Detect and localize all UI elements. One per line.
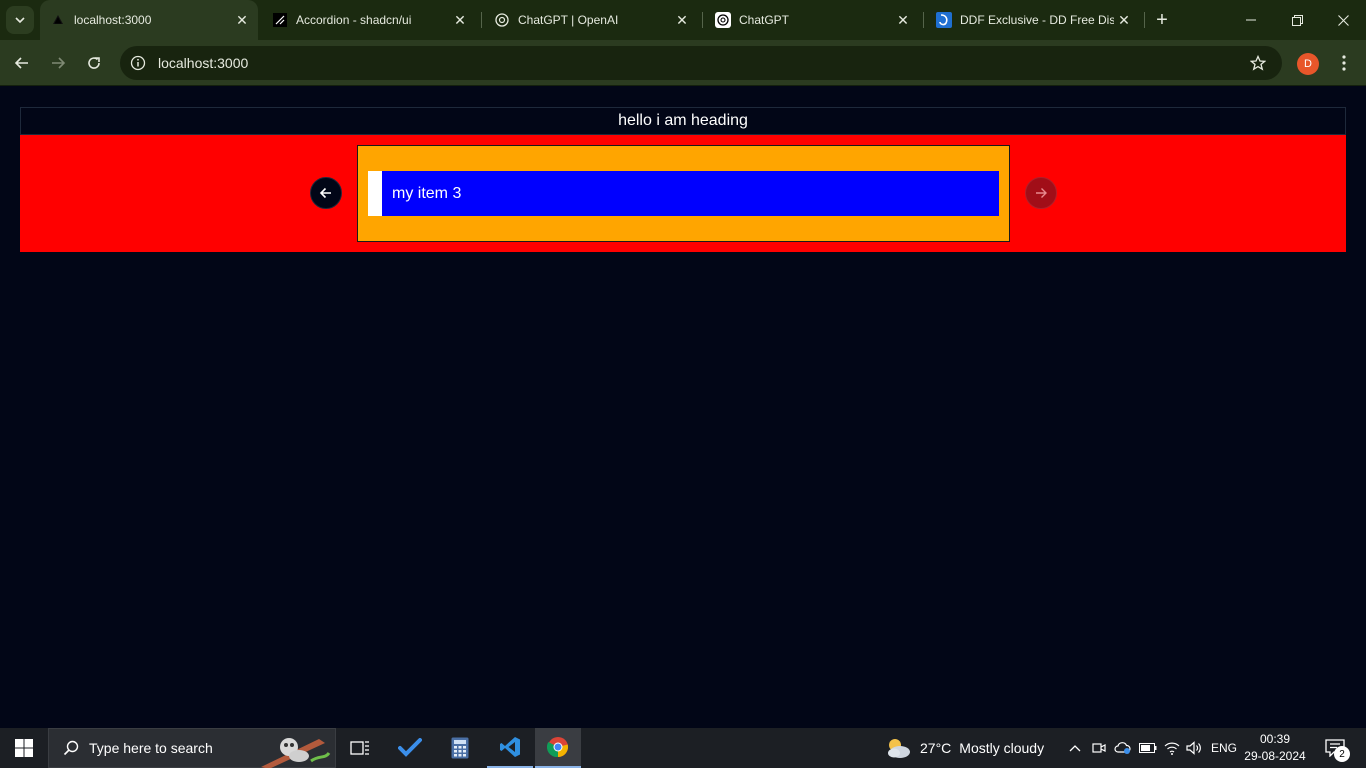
tab-title: Accordion - shadcn/ui bbox=[296, 13, 412, 27]
shadcn-icon bbox=[272, 12, 288, 28]
carousel-container: my item 3 bbox=[20, 135, 1346, 252]
tab-accordion[interactable]: Accordion - shadcn/ui ✕ bbox=[262, 0, 476, 40]
tab-title: localhost:3000 bbox=[74, 13, 152, 27]
arrow-left-icon bbox=[14, 57, 28, 69]
reload-button[interactable] bbox=[80, 49, 108, 77]
vscode-app-button[interactable] bbox=[487, 728, 533, 768]
close-icon[interactable]: ✕ bbox=[232, 10, 252, 30]
show-hidden-icons-button[interactable] bbox=[1064, 728, 1086, 768]
browser-menu-button[interactable] bbox=[1332, 49, 1356, 77]
chevron-down-icon bbox=[15, 17, 25, 24]
windows-taskbar: Type here to search 27°C Mostly cloudy E… bbox=[0, 728, 1366, 768]
onedrive-tray[interactable] bbox=[1112, 728, 1134, 768]
page-heading: hello i am heading bbox=[20, 107, 1346, 135]
language-indicator[interactable]: ENG bbox=[1208, 728, 1240, 768]
carousel-item: my item 3 bbox=[382, 171, 999, 216]
carousel-viewport: my item 3 bbox=[357, 145, 1010, 242]
taskbar-search-box[interactable]: Type here to search bbox=[48, 728, 336, 768]
wifi-icon bbox=[1164, 742, 1180, 755]
address-bar[interactable]: localhost:3000 bbox=[120, 46, 1282, 80]
openai-icon bbox=[715, 12, 731, 28]
battery-tray[interactable] bbox=[1138, 728, 1158, 768]
tab-chatgpt[interactable]: ChatGPT ✕ bbox=[705, 0, 919, 40]
speaker-icon bbox=[1186, 741, 1201, 755]
calculator-app-button[interactable] bbox=[437, 728, 483, 768]
tab-separator bbox=[1144, 12, 1145, 28]
tab-separator bbox=[923, 12, 924, 28]
profile-avatar[interactable]: D bbox=[1297, 53, 1319, 75]
calculator-icon bbox=[451, 737, 469, 759]
chevron-up-icon bbox=[1069, 745, 1081, 752]
meet-now-tray[interactable] bbox=[1090, 728, 1108, 768]
task-view-icon bbox=[350, 741, 369, 755]
browser-tab-strip: localhost:3000 ✕ Accordion - shadcn/ui ✕… bbox=[0, 0, 1366, 40]
search-icon bbox=[61, 738, 81, 758]
notification-count-badge: 2 bbox=[1334, 746, 1350, 762]
weather-condition: Mostly cloudy bbox=[959, 740, 1045, 756]
tab-localhost[interactable]: localhost:3000 ✕ bbox=[40, 0, 258, 40]
todo-icon bbox=[398, 738, 422, 757]
forward-button[interactable] bbox=[44, 49, 72, 77]
close-icon[interactable]: ✕ bbox=[893, 10, 913, 30]
camera-icon bbox=[1092, 743, 1106, 753]
arrow-right-icon bbox=[1036, 188, 1047, 198]
tab-chatgpt-openai[interactable]: ChatGPT | OpenAI ✕ bbox=[484, 0, 698, 40]
restore-button[interactable] bbox=[1274, 0, 1320, 40]
battery-icon bbox=[1139, 743, 1157, 753]
openai-icon bbox=[494, 12, 510, 28]
bookmark-star-icon[interactable] bbox=[1248, 53, 1268, 73]
clock-date: 29-08-2024 bbox=[1244, 749, 1306, 763]
close-icon[interactable]: ✕ bbox=[1114, 10, 1134, 30]
close-icon[interactable]: ✕ bbox=[672, 10, 692, 30]
task-view-button[interactable] bbox=[337, 728, 383, 768]
back-button[interactable] bbox=[8, 49, 36, 77]
search-highlight-illustration bbox=[261, 738, 331, 768]
tab-ddf[interactable]: DDF Exclusive - DD Free Dish ✕ bbox=[926, 0, 1140, 40]
cloud-sync-icon bbox=[1114, 742, 1131, 754]
tab-separator bbox=[481, 12, 482, 28]
partly-cloudy-icon bbox=[888, 739, 910, 758]
clock-time: 00:39 bbox=[1259, 732, 1291, 746]
system-clock[interactable]: 00:39 29-08-2024 bbox=[1242, 728, 1308, 768]
vercel-triangle-icon bbox=[50, 12, 66, 28]
start-button[interactable] bbox=[0, 728, 48, 768]
minimize-icon bbox=[1246, 19, 1256, 21]
page-viewport: hello i am heading my item 3 bbox=[0, 87, 1366, 728]
tab-title: DDF Exclusive - DD Free Dish bbox=[960, 13, 1114, 27]
arrow-right-icon bbox=[52, 57, 66, 69]
chrome-icon bbox=[547, 737, 569, 758]
chrome-app-button[interactable] bbox=[535, 728, 581, 768]
carousel-slide: my item 3 bbox=[368, 171, 999, 216]
close-icon bbox=[1337, 14, 1349, 26]
reload-icon bbox=[88, 57, 100, 69]
tab-title: ChatGPT | OpenAI bbox=[518, 13, 619, 27]
weather-widget[interactable]: 27°C Mostly cloudy bbox=[884, 728, 1044, 768]
carousel-next-button[interactable] bbox=[1025, 177, 1057, 209]
search-placeholder: Type here to search bbox=[89, 740, 213, 756]
site-info-icon[interactable] bbox=[128, 53, 148, 73]
address-text: localhost:3000 bbox=[158, 55, 249, 71]
arrow-left-icon bbox=[319, 187, 331, 199]
new-tab-button[interactable]: + bbox=[1150, 8, 1174, 32]
notification-center-button[interactable]: 2 bbox=[1318, 734, 1352, 762]
vscode-icon bbox=[500, 737, 520, 757]
more-vertical-icon bbox=[1342, 55, 1346, 71]
volume-tray[interactable] bbox=[1184, 728, 1204, 768]
network-tray[interactable] bbox=[1162, 728, 1182, 768]
tab-separator bbox=[702, 12, 703, 28]
tab-search-button[interactable] bbox=[6, 6, 34, 34]
windows-logo-icon bbox=[15, 739, 33, 757]
close-icon[interactable]: ✕ bbox=[450, 10, 470, 30]
restore-icon bbox=[1291, 14, 1303, 26]
browser-toolbar: localhost:3000 D bbox=[0, 40, 1366, 86]
minimize-button[interactable] bbox=[1228, 0, 1274, 40]
window-close-button[interactable] bbox=[1320, 0, 1366, 40]
carousel-prev-button[interactable] bbox=[310, 177, 342, 209]
tab-title: ChatGPT bbox=[739, 13, 790, 27]
todo-app-button[interactable] bbox=[387, 728, 433, 768]
ddf-icon bbox=[936, 12, 952, 28]
weather-temperature: 27°C bbox=[920, 740, 952, 756]
